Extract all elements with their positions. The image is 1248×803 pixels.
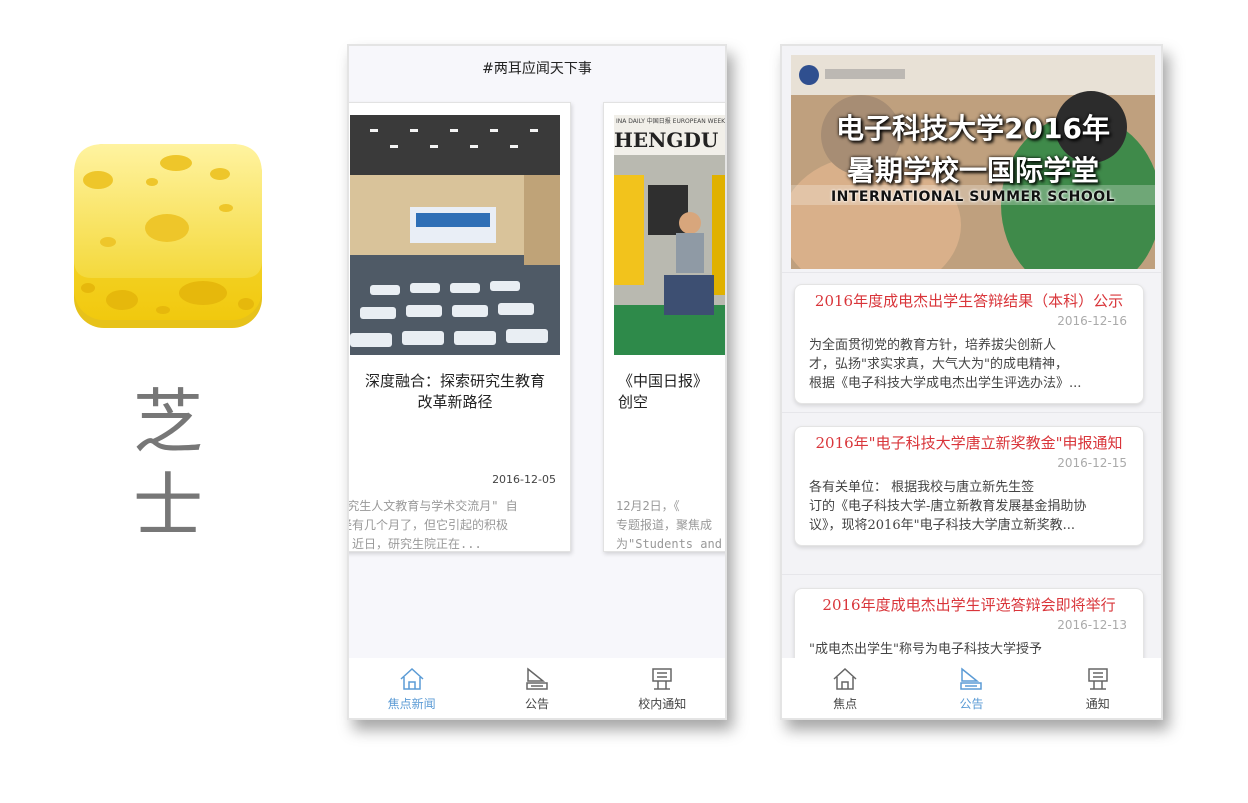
tab-notices[interactable]: 通知	[1043, 665, 1153, 712]
tab-label: 焦点	[833, 696, 858, 711]
tab-label: 通知	[1085, 696, 1110, 711]
news-card[interactable]: INA DAILY 中国日报 EUROPEAN WEEKLY HENGDU F …	[603, 102, 727, 552]
tab-label: 公告	[524, 696, 549, 711]
notice-excerpt: 为全面贯彻党的教育方针，培养拔尖创新人 才，弘扬"求实求真，大气大为"的成电精神…	[809, 338, 1082, 391]
megaphone-icon	[960, 666, 983, 690]
news-title: 《中国日报》 创空	[618, 372, 709, 411]
page-title: #两耳应闻天下事	[349, 46, 725, 96]
tab-focus-news[interactable]: 焦点新闻	[357, 665, 467, 712]
news-screen: #两耳应闻天下事 深度融合：探索研究生教育 改革新路径 2016-12-05 "…	[347, 44, 727, 720]
banner-title-line2: 暑期学校一国际学堂	[846, 154, 1099, 187]
notice-title: 2016年度成电杰出学生评选答辩会即将举行	[822, 596, 1116, 614]
app-name: 芝 士	[128, 380, 208, 548]
news-photo-lecture-hall	[350, 115, 560, 355]
tab-announcements[interactable]: 公告	[482, 665, 592, 712]
tab-label: 焦点新闻	[387, 696, 436, 711]
notice-title: 2016年度成电杰出学生答辩结果（本科）公示	[814, 292, 1124, 310]
notice-date: 2016-12-16	[1057, 314, 1127, 328]
notice-date: 2016-12-15	[1057, 456, 1127, 470]
news-excerpt: 12月2日，《 专题报道，聚焦成 为"Students and 绍...	[616, 499, 722, 551]
tab-announcements[interactable]: 公告	[916, 665, 1026, 712]
news-title: 深度融合：探索研究生教育 改革新路径	[364, 372, 545, 411]
megaphone-icon	[526, 666, 548, 690]
newspaper-topline: INA DAILY 中国日报 EUROPEAN WEEKLY	[616, 117, 727, 125]
notice-board-icon	[1088, 667, 1108, 690]
house-icon	[400, 667, 424, 690]
notice-title: 2016年"电子科技大学唐立新奖教金"申报通知	[815, 434, 1123, 452]
tab-bar: 焦点 公告 通知	[782, 658, 1161, 718]
app-name-char-2: 士	[133, 465, 203, 547]
announcements-screen: 电子科技大学2016年 暑期学校一国际学堂 INTERNATIONAL SUMM…	[780, 44, 1163, 720]
news-photo-newspaper: INA DAILY 中国日报 EUROPEAN WEEKLY HENGDU F	[614, 115, 727, 355]
app-name-char-1: 芝	[133, 381, 203, 463]
banner-subtitle: INTERNATIONAL SUMMER SCHOOL	[830, 189, 1116, 205]
tab-campus-notices[interactable]: 校内通知	[607, 665, 717, 712]
news-excerpt: "究生人文教育与学术交流月" 自 经有几个月了，但它引起的积极 。近日，研究生院…	[347, 499, 518, 551]
tab-label: 公告	[959, 696, 984, 711]
notice-date: 2016-12-13	[1057, 618, 1127, 632]
notice-card[interactable]: 2016年度成电杰出学生答辩结果（本科）公示 2016-12-16 为全面贯彻党…	[794, 284, 1144, 404]
newspaper-masthead: HENGDU F	[614, 128, 727, 152]
notice-card[interactable]: 2016年"电子科技大学唐立新奖教金"申报通知 2016-12-15 各有关单位…	[794, 426, 1144, 546]
news-card[interactable]: 深度融合：探索研究生教育 改革新路径 2016-12-05 "究生人文教育与学术…	[347, 102, 571, 552]
notice-excerpt: 各有关单位： 根据我校与唐立新先生签 订的《电子科技大学-唐立新教育发展基金捐助…	[809, 480, 1087, 533]
summer-school-banner[interactable]: 电子科技大学2016年 暑期学校一国际学堂 INTERNATIONAL SUMM…	[791, 55, 1155, 269]
house-icon	[833, 667, 857, 690]
divider	[782, 412, 1161, 413]
notice-board-icon	[652, 667, 673, 690]
news-date: 2016-12-05	[492, 473, 556, 486]
tab-bar: 焦点新闻 公告 校内通知	[349, 658, 725, 718]
banner-title-line1: 电子科技大学2016年	[836, 112, 1110, 145]
divider	[782, 574, 1161, 575]
tab-label: 校内通知	[638, 696, 687, 711]
cheese-icon	[68, 138, 268, 338]
divider	[782, 272, 1161, 273]
tab-focus[interactable]: 焦点	[790, 665, 900, 712]
